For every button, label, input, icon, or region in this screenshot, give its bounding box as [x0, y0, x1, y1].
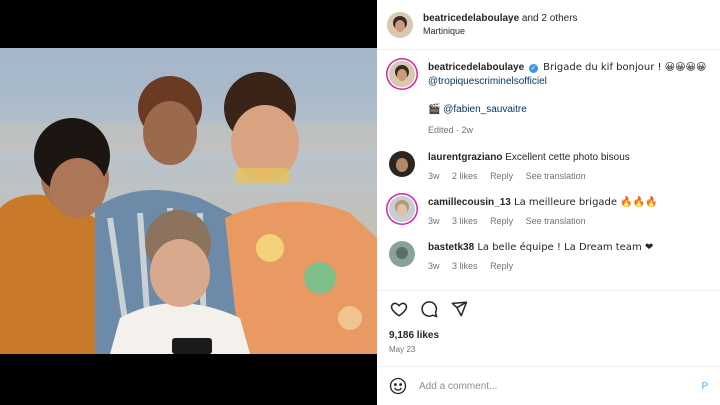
likes-count[interactable]: 9,186 likes — [389, 330, 439, 341]
comment-body: camillecousin_13 La meilleure brigade 🔥🔥… — [428, 196, 708, 228]
heart-icon[interactable] — [389, 299, 409, 319]
comment-time[interactable]: 3w — [428, 216, 440, 226]
comment-body: laurentgraziano Excellent cette photo bi… — [428, 151, 708, 183]
comment-avatar[interactable] — [389, 241, 415, 267]
caption-text: Brigade du kif bonjour ! 😀😀😀😀 — [539, 62, 707, 73]
caption-username[interactable]: beatricedelaboulaye — [428, 62, 524, 73]
post-comment-button[interactable]: P — [701, 381, 708, 392]
comments-list[interactable]: beatricedelaboulaye ✓ Brigade du kif bon… — [377, 51, 720, 289]
photo-illustration — [0, 48, 377, 354]
avatar-image — [389, 61, 415, 87]
header-text: beatricedelaboulaye and 2 others Martini… — [423, 12, 578, 38]
post-date[interactable]: May 23 — [389, 345, 415, 354]
author-avatar[interactable] — [387, 11, 413, 38]
comment-avatar[interactable] — [389, 196, 415, 222]
comment-row: bastetk38 La belle équipe ! La Dream tea… — [377, 241, 720, 273]
comment-avatar[interactable] — [389, 151, 415, 177]
avatar-image — [387, 11, 413, 38]
header-username[interactable]: beatricedelaboulaye — [423, 13, 519, 24]
avatar-image — [389, 196, 415, 222]
header-location[interactable]: Martinique — [423, 25, 578, 38]
comment-reply-button[interactable]: Reply — [490, 171, 513, 181]
post-photo[interactable] — [0, 48, 377, 354]
post-sidebar: beatricedelaboulaye and 2 others Martini… — [377, 0, 720, 405]
add-comment-bar: Add a comment... P — [377, 366, 720, 405]
caption-edited: Edited · 2w — [428, 125, 474, 135]
comment-text: Excellent cette photo bisous — [502, 152, 630, 163]
comment-username[interactable]: bastetk38 — [428, 242, 474, 253]
avatar-image — [389, 241, 415, 267]
emoji-icon[interactable] — [389, 377, 407, 395]
comment-username[interactable]: camillecousin_13 — [428, 197, 511, 208]
see-translation-button[interactable]: See translation — [526, 171, 586, 181]
see-translation-button[interactable]: See translation — [526, 216, 586, 226]
action-bar — [377, 290, 720, 326]
header-collaborators[interactable]: and 2 others — [519, 13, 578, 24]
avatar-image — [389, 151, 415, 177]
comment-text: La belle équipe ! La Dream team ❤ — [474, 242, 654, 253]
comment-reply-button[interactable]: Reply — [490, 216, 513, 226]
comment-text: La meilleure brigade 🔥🔥🔥 — [510, 197, 658, 208]
comment-body: bastetk38 La belle équipe ! La Dream tea… — [428, 241, 708, 273]
caption-mention-2[interactable]: @fabien_sauvaitre — [443, 104, 527, 115]
caption-body: beatricedelaboulaye ✓ Brigade du kif bon… — [428, 61, 708, 137]
add-comment-input[interactable]: Add a comment... — [419, 381, 701, 392]
comment-likes[interactable]: 3 likes — [452, 216, 478, 226]
comment-row: camillecousin_13 La meilleure brigade 🔥🔥… — [377, 196, 720, 228]
post-media — [0, 0, 377, 405]
comment-row: laurentgraziano Excellent cette photo bi… — [377, 151, 720, 183]
comment-time[interactable]: 3w — [428, 171, 440, 181]
comment-username[interactable]: laurentgraziano — [428, 152, 502, 163]
clapper-icon: 🎬 — [428, 104, 441, 115]
caption-avatar[interactable] — [389, 61, 415, 87]
comment-icon[interactable] — [419, 299, 439, 319]
post-header: beatricedelaboulaye and 2 others Martini… — [377, 0, 720, 50]
comment-likes[interactable]: 3 likes — [452, 261, 478, 271]
comment-time[interactable]: 3w — [428, 261, 440, 271]
caption-row: beatricedelaboulaye ✓ Brigade du kif bon… — [377, 61, 720, 137]
verified-badge-icon: ✓ — [528, 64, 538, 73]
share-icon[interactable] — [449, 299, 469, 319]
caption-mention-1[interactable]: @tropiquescriminelsofficiel — [428, 76, 547, 87]
comment-likes[interactable]: 2 likes — [452, 171, 478, 181]
comment-reply-button[interactable]: Reply — [490, 261, 513, 271]
